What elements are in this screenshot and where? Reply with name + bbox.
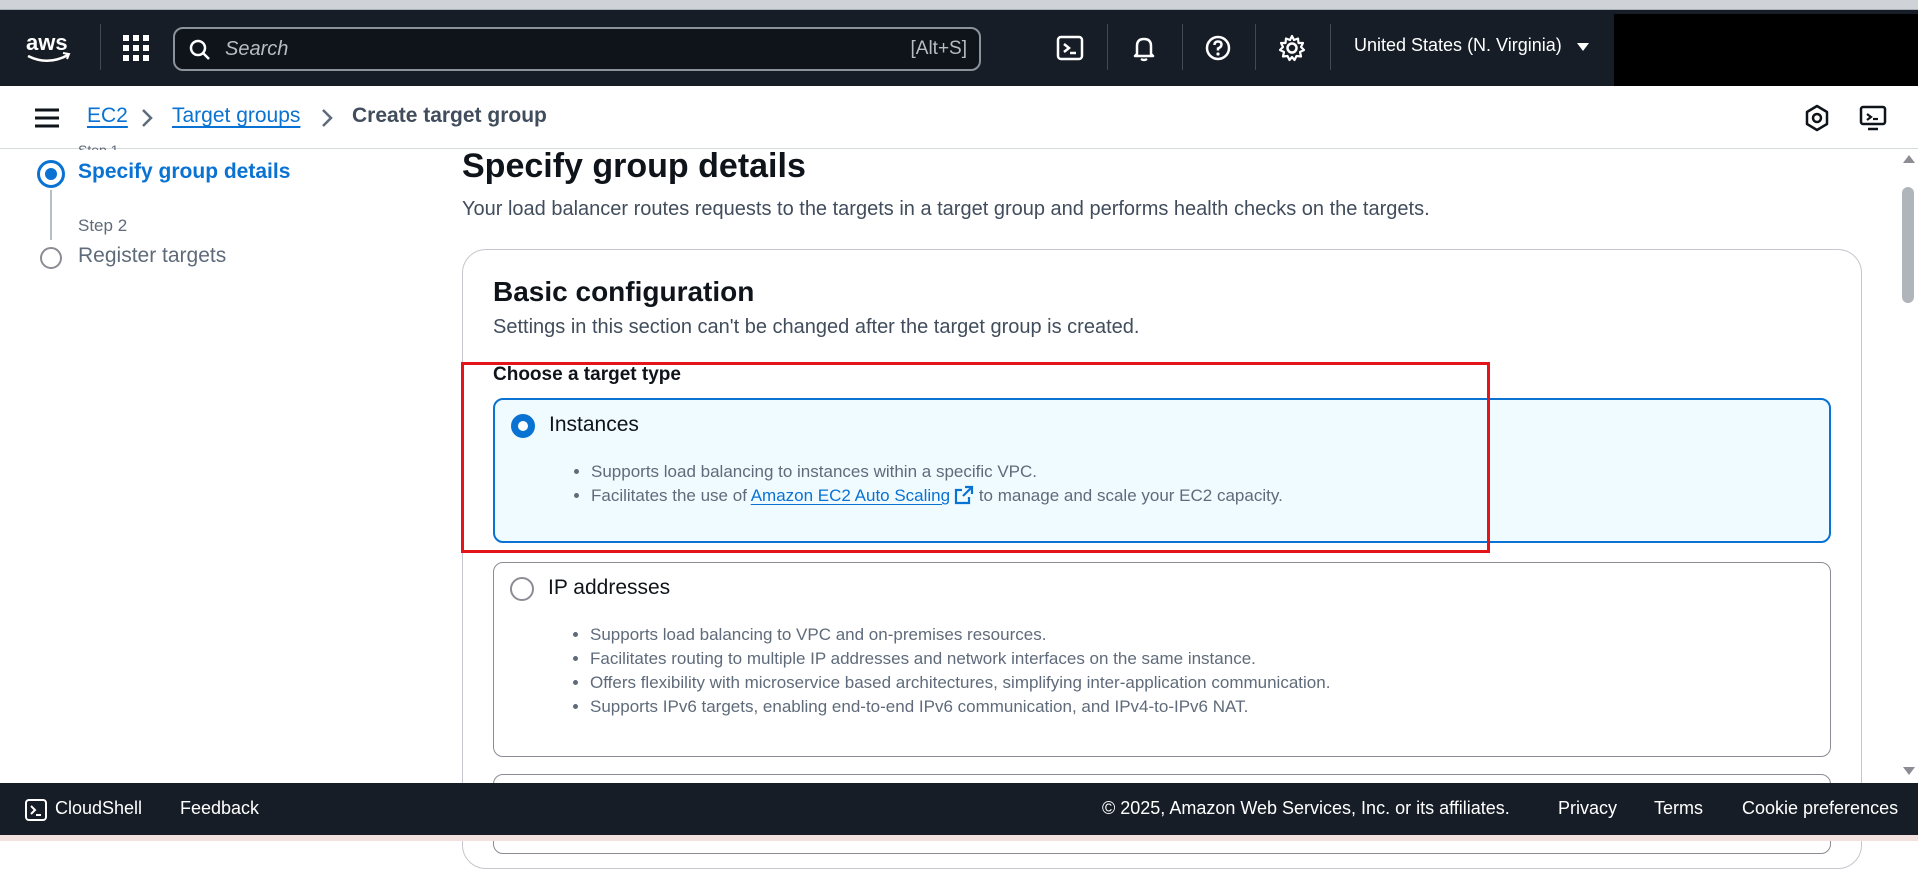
page-description: Your load balancer routes requests to th… xyxy=(462,198,1430,220)
breadcrumb-target-groups-link[interactable]: Target groups xyxy=(172,104,300,128)
window-top-strip xyxy=(0,0,1918,10)
bell-icon[interactable] xyxy=(1128,32,1160,64)
scroll-up-arrow-icon[interactable] xyxy=(1903,155,1915,163)
window-bottom-strip xyxy=(0,835,1918,841)
scroll-down-arrow-icon[interactable] xyxy=(1903,767,1915,775)
breadcrumb-bar: EC2 Target groups Create target group xyxy=(0,86,1918,149)
apps-grid-icon[interactable] xyxy=(122,34,150,62)
help-icon[interactable] xyxy=(1202,32,1234,64)
cookie-preferences-link[interactable]: Cookie preferences xyxy=(1742,798,1898,819)
hamburger-menu-icon[interactable] xyxy=(34,106,60,130)
settings-hexagon-icon[interactable] xyxy=(1802,103,1832,133)
list-item: Supports load balancing to VPC and on-pr… xyxy=(590,623,1330,647)
basic-configuration-container: Basic configuration Settings in this sec… xyxy=(462,249,1862,869)
gear-icon[interactable] xyxy=(1276,32,1308,64)
account-menu-redacted[interactable] xyxy=(1614,14,1918,86)
ip-addresses-label[interactable]: IP addresses xyxy=(548,576,670,600)
svg-text:aws: aws xyxy=(26,30,68,55)
target-type-ip-addresses-tile[interactable]: IP addresses Supports load balancing to … xyxy=(493,562,1831,757)
cloudshell-icon[interactable] xyxy=(24,798,48,822)
privacy-link[interactable]: Privacy xyxy=(1558,798,1617,819)
step1-label: Step 1 xyxy=(78,142,119,150)
ip-addresses-bullets: Supports load balancing to VPC and on-pr… xyxy=(590,623,1330,719)
copyright-text: © 2025, Amazon Web Services, Inc. or its… xyxy=(1102,798,1510,818)
terms-link[interactable]: Terms xyxy=(1654,798,1703,819)
highlight-annotation xyxy=(461,362,1490,553)
section-description: Settings in this section can't be change… xyxy=(493,316,1140,338)
header-divider xyxy=(1255,24,1256,70)
step2-indicator xyxy=(40,247,62,269)
step2-label: Step 2 xyxy=(78,216,128,235)
search-bar[interactable]: [Alt+S] xyxy=(173,27,981,71)
scrollbar[interactable] xyxy=(1898,149,1918,783)
caret-down-icon[interactable] xyxy=(1576,40,1590,54)
step1-indicator xyxy=(37,160,65,188)
step1-title[interactable]: Specify group details xyxy=(78,160,290,184)
feedback-button[interactable]: Feedback xyxy=(180,798,259,819)
aws-logo[interactable]: aws xyxy=(24,28,74,68)
chevron-right-icon xyxy=(142,109,153,127)
scroll-thumb[interactable] xyxy=(1902,187,1914,303)
cloudshell-icon[interactable] xyxy=(1054,32,1086,64)
region-selector[interactable]: United States (N. Virginia) xyxy=(1354,35,1562,56)
ip-addresses-radio[interactable] xyxy=(510,577,534,601)
step-connector xyxy=(50,190,52,240)
header-divider xyxy=(1182,24,1183,70)
breadcrumb-current: Create target group xyxy=(352,104,547,127)
header-divider xyxy=(100,24,101,70)
screen-share-icon[interactable] xyxy=(1858,103,1888,133)
header-divider xyxy=(1330,24,1331,70)
header-divider xyxy=(1107,24,1108,70)
cloudshell-button[interactable]: CloudShell xyxy=(55,798,142,819)
chevron-right-icon xyxy=(322,109,333,127)
step2-title: Register targets xyxy=(78,244,227,267)
list-item: Offers flexibility with microservice bas… xyxy=(590,671,1330,695)
console-footer: CloudShell Feedback © 2025, Amazon Web S… xyxy=(0,783,1918,835)
list-item: Supports IPv6 targets, enabling end-to-e… xyxy=(590,695,1330,719)
search-shortcut-hint: [Alt+S] xyxy=(910,38,968,59)
list-item: Facilitates routing to multiple IP addre… xyxy=(590,647,1330,671)
section-title: Basic configuration xyxy=(493,276,755,307)
top-navigation: aws [Alt+S] United S xyxy=(0,10,1918,86)
search-input[interactable] xyxy=(225,35,825,63)
page-title: Specify group details xyxy=(462,147,806,185)
search-icon xyxy=(189,39,210,60)
breadcrumb-ec2-link[interactable]: EC2 xyxy=(87,104,128,128)
